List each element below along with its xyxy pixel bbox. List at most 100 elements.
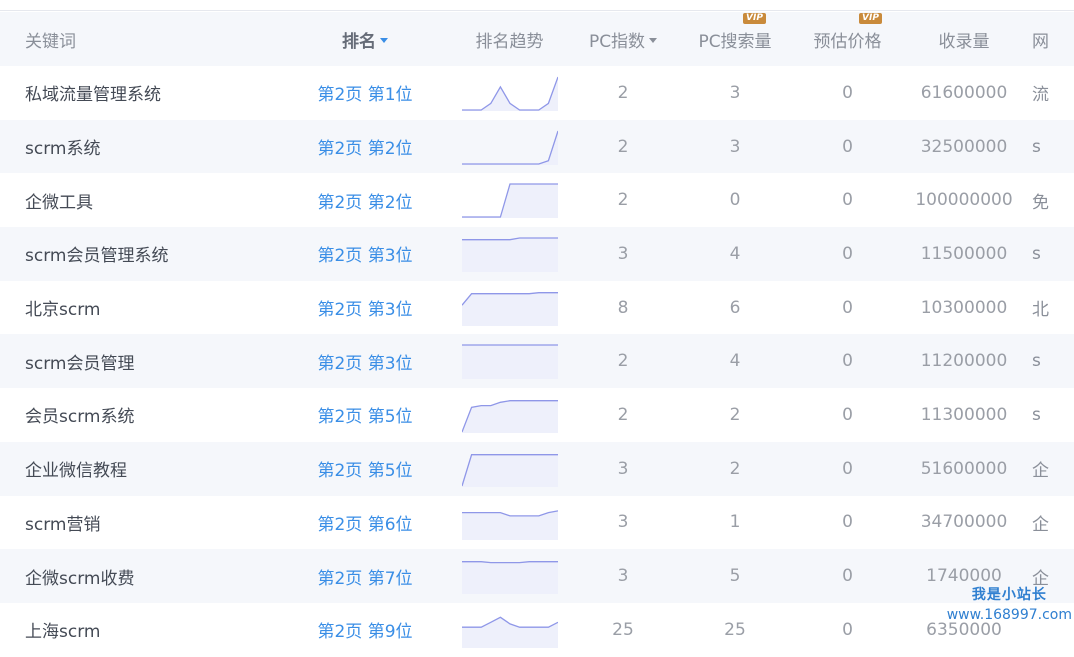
sparkline-area bbox=[461, 130, 558, 165]
price-cell: 0 bbox=[842, 619, 853, 640]
sort-caret-icon[interactable] bbox=[649, 38, 658, 43]
rank-link[interactable]: 第2页 第1位 bbox=[278, 66, 452, 120]
trend-cell[interactable] bbox=[452, 496, 567, 550]
keyword-cell[interactable]: scrm系统 bbox=[0, 120, 278, 174]
rank-link[interactable]: 第2页 第3位 bbox=[278, 334, 452, 388]
indexed-cell: 100000000 bbox=[915, 190, 1013, 211]
more-cell: s bbox=[1032, 404, 1041, 425]
keyword-cell[interactable]: scrm会员管理系统 bbox=[0, 227, 278, 281]
pc-search-cell: 25 bbox=[724, 619, 746, 640]
trend-cell[interactable] bbox=[452, 549, 567, 603]
pc-index-cell: 25 bbox=[612, 619, 634, 640]
sparkline-area bbox=[461, 561, 558, 595]
pc-search-cell: 4 bbox=[729, 351, 741, 372]
trend-sparkline[interactable] bbox=[461, 182, 558, 219]
table-row: scrm会员管理系统 第2页 第3位 3 4 0 11500000 s bbox=[0, 227, 1074, 281]
indexed-cell: 11500000 bbox=[920, 243, 1008, 264]
rank-link[interactable]: 第2页 第5位 bbox=[278, 442, 452, 496]
keyword-cell[interactable]: 企微工具 bbox=[0, 173, 278, 227]
keyword-cell[interactable]: 上海scrm bbox=[0, 603, 278, 657]
more-cell: 流 bbox=[1032, 85, 1049, 106]
rank-link[interactable]: 第2页 第2位 bbox=[278, 120, 452, 174]
trend-cell[interactable] bbox=[452, 227, 567, 281]
trend-sparkline[interactable] bbox=[461, 504, 558, 541]
table-row: scrm营销 第2页 第6位 3 1 0 34700000 企 bbox=[0, 495, 1074, 550]
sparkline-area bbox=[461, 400, 558, 433]
trend-cell[interactable] bbox=[452, 388, 567, 442]
vip-badge-icon: VIP bbox=[859, 13, 882, 24]
trend-sparkline[interactable] bbox=[461, 290, 558, 326]
header-pc-index-sort[interactable]: PC指数 bbox=[567, 12, 679, 66]
rank-link[interactable]: 第2页 第3位 bbox=[278, 227, 452, 281]
more-cell: s bbox=[1032, 351, 1041, 372]
sparkline-area bbox=[461, 617, 558, 648]
rank-link[interactable]: 第2页 第2位 bbox=[278, 173, 452, 227]
price-cell: 0 bbox=[842, 190, 853, 211]
trend-sparkline[interactable] bbox=[461, 451, 558, 487]
pc-search-cell: 2 bbox=[729, 404, 741, 425]
trend-sparkline[interactable] bbox=[461, 129, 558, 165]
indexed-cell: 10300000 bbox=[920, 297, 1008, 318]
trend-cell[interactable] bbox=[452, 66, 567, 120]
rank-link[interactable]: 第2页 第5位 bbox=[278, 388, 452, 442]
header-trend: 排名趋势 bbox=[475, 31, 544, 52]
trend-cell[interactable] bbox=[452, 334, 567, 388]
pc-index-cell: 2 bbox=[617, 136, 629, 157]
price-cell: 0 bbox=[842, 82, 853, 103]
table-header: 关键词 排名 排名趋势 PC指数 PC搜索量 VIP 预估价格 VIP 收录量 网 bbox=[0, 12, 1074, 66]
rank-link[interactable]: 第2页 第3位 bbox=[278, 281, 452, 335]
trend-sparkline[interactable] bbox=[461, 397, 558, 433]
pc-search-cell: 6 bbox=[729, 297, 741, 318]
price-cell: 0 bbox=[842, 512, 853, 533]
table-row: 北京scrm 第2页 第3位 8 6 0 10300000 北 bbox=[0, 280, 1074, 335]
sparkline-area bbox=[461, 237, 558, 272]
trend-cell[interactable] bbox=[452, 281, 567, 335]
trend-cell[interactable] bbox=[452, 173, 567, 227]
keyword-cell[interactable]: 会员scrm系统 bbox=[0, 388, 278, 442]
trend-cell[interactable] bbox=[452, 120, 567, 174]
trend-cell[interactable] bbox=[452, 603, 567, 657]
trend-sparkline[interactable] bbox=[461, 612, 558, 648]
price-cell: 0 bbox=[842, 404, 853, 425]
pc-search-cell: 4 bbox=[729, 243, 741, 264]
keyword-cell[interactable]: scrm会员管理 bbox=[0, 334, 278, 388]
rank-link[interactable]: 第2页 第7位 bbox=[278, 549, 452, 603]
trend-sparkline[interactable] bbox=[461, 343, 558, 380]
header-more: 网 bbox=[1032, 31, 1049, 52]
price-cell: 0 bbox=[842, 458, 853, 479]
table-row: scrm会员管理 第2页 第3位 2 4 0 11200000 s bbox=[0, 334, 1074, 389]
more-cell: s bbox=[1032, 243, 1041, 264]
pc-index-cell: 2 bbox=[617, 190, 629, 211]
pc-search-cell: 3 bbox=[729, 82, 741, 103]
watermark-title: 我是小站长 bbox=[971, 587, 1047, 603]
sparkline-area bbox=[461, 292, 558, 326]
keyword-cell[interactable]: scrm营销 bbox=[0, 496, 278, 550]
keyword-cell[interactable]: 私域流量管理系统 bbox=[0, 66, 278, 120]
trend-sparkline[interactable] bbox=[461, 236, 558, 272]
more-cell: s bbox=[1032, 136, 1041, 157]
more-cell: 企 bbox=[1032, 461, 1049, 482]
trend-sparkline[interactable] bbox=[461, 75, 558, 111]
indexed-cell: 32500000 bbox=[920, 136, 1008, 157]
price-cell: 0 bbox=[842, 136, 853, 157]
header-indexed: 收录量 bbox=[938, 31, 990, 52]
more-cell: 企 bbox=[1032, 514, 1049, 535]
header-keyword: 关键词 bbox=[25, 31, 76, 52]
table-row: 会员scrm系统 第2页 第5位 2 2 0 11300000 s bbox=[0, 388, 1074, 442]
trend-cell[interactable] bbox=[452, 442, 567, 496]
table-row: 企微scrm收费 第2页 第7位 3 5 0 1740000 企 bbox=[0, 549, 1074, 603]
rank-link[interactable]: 第2页 第9位 bbox=[278, 603, 452, 657]
keyword-cell[interactable]: 企业微信教程 bbox=[0, 442, 278, 496]
sparkline-line bbox=[461, 130, 558, 165]
indexed-cell: 61600000 bbox=[920, 82, 1008, 103]
trend-sparkline[interactable] bbox=[461, 558, 558, 595]
pc-index-cell: 3 bbox=[617, 458, 629, 479]
sort-caret-icon[interactable] bbox=[380, 38, 388, 43]
vip-badge-icon: VIP bbox=[743, 13, 766, 24]
indexed-cell: 51600000 bbox=[920, 458, 1008, 479]
header-rank-sort[interactable]: 排名 bbox=[278, 12, 452, 66]
keyword-cell[interactable]: 企微scrm收费 bbox=[0, 549, 278, 603]
pc-index-cell: 2 bbox=[617, 351, 629, 372]
rank-link[interactable]: 第2页 第6位 bbox=[278, 496, 452, 550]
keyword-cell[interactable]: 北京scrm bbox=[0, 281, 278, 335]
